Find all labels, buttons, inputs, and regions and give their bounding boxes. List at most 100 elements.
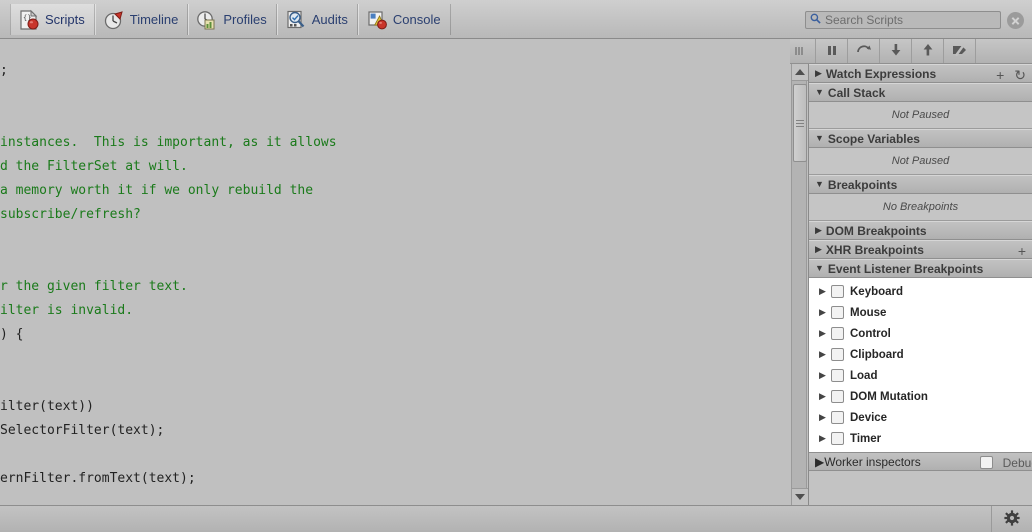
section-title: Worker inspectors — [824, 454, 921, 469]
scrollbar-grip-icon — [796, 118, 804, 129]
code-token: ; — [0, 63, 8, 78]
list-item-label: Control — [850, 327, 891, 340]
checkbox[interactable] — [831, 348, 844, 361]
panel-tab-label: Audits — [311, 12, 348, 27]
section-title: DOM Breakpoints — [825, 223, 927, 238]
chevron-down-icon: ▼ — [815, 263, 824, 273]
pause-button[interactable] — [816, 39, 848, 63]
step-out-button[interactable] — [912, 39, 944, 63]
scroll-down-arrow-icon[interactable] — [792, 488, 808, 505]
search-box[interactable] — [805, 11, 1001, 29]
section-header-watch-expressions[interactable]: ▶ Watch Expressions + ↻ — [809, 64, 1032, 83]
checkbox[interactable] — [831, 285, 844, 298]
code-token: ilter(text)) — [0, 399, 94, 414]
panel-tab-profiles[interactable]: Profiles — [188, 4, 277, 35]
section-header-scope-variables[interactable]: ▼ Scope Variables — [809, 129, 1032, 148]
list-item[interactable]: ▶ Clipboard — [809, 344, 1032, 365]
code-token: instances. This is important, as it allo… — [0, 135, 337, 150]
section-title: Call Stack — [827, 85, 886, 100]
list-item[interactable]: ▶ DOM Mutation — [809, 386, 1032, 407]
timeline-icon — [103, 9, 125, 31]
code-line: SelectorFilter(text); — [0, 419, 790, 443]
chevron-right-icon[interactable]: ▶ — [819, 329, 831, 338]
settings-button[interactable] — [991, 506, 1032, 532]
section-header-call-stack[interactable]: ▼ Call Stack — [809, 83, 1032, 102]
list-item[interactable]: ▶ Device — [809, 407, 1032, 428]
empty-message: No Breakpoints — [882, 201, 959, 213]
chevron-right-icon[interactable]: ▶ — [819, 392, 831, 401]
section-header-breakpoints[interactable]: ▼ Breakpoints — [809, 175, 1032, 194]
section-title: Scope Variables — [827, 131, 920, 146]
section-header-worker-inspectors[interactable]: ▶ Worker inspectors Debug — [809, 452, 1032, 471]
debugger-sidebar: ▶ Watch Expressions + ↻ ▼ Call Stack Not… — [808, 64, 1032, 505]
plus-icon[interactable]: + — [1018, 244, 1026, 258]
section-title: Breakpoints — [827, 177, 898, 192]
code-line: d the FilterSet at will. — [0, 155, 790, 179]
step-into-icon — [890, 43, 902, 60]
panel-tab-timeline[interactable]: Timeline — [94, 4, 189, 35]
code-line: r the given filter text. — [0, 275, 790, 299]
chevron-right-icon[interactable]: ▶ — [819, 413, 831, 422]
chevron-right-icon: ▶ — [815, 244, 822, 254]
code-token: subscribe/refresh? — [0, 207, 141, 222]
scrollbar-thumb[interactable] — [793, 84, 807, 162]
checkbox[interactable] — [831, 369, 844, 382]
checkbox[interactable] — [831, 306, 844, 319]
list-item-label: Clipboard — [850, 348, 904, 361]
refresh-icon[interactable]: ↻ — [1014, 68, 1026, 82]
panel-tab-label: Scripts — [45, 12, 85, 27]
chevron-right-icon[interactable]: ▶ — [819, 308, 831, 317]
chevron-right-icon[interactable]: ▶ — [819, 371, 831, 380]
code-line: ) { — [0, 323, 790, 347]
panel-tab-console[interactable]: Console — [357, 4, 451, 35]
plus-icon[interactable]: + — [996, 68, 1004, 82]
section-title: Watch Expressions — [825, 66, 937, 81]
search-input[interactable] — [825, 13, 993, 27]
breakpoint-off-icon — [951, 43, 969, 60]
chevron-right-icon[interactable]: ▶ — [819, 350, 831, 359]
toggle-breakpoints-button[interactable] — [944, 39, 976, 63]
code-editor[interactable]: ; instances. This is important, as it al… — [0, 59, 790, 505]
chevron-down-icon: ▼ — [815, 179, 824, 189]
list-item[interactable]: ▶ Timer — [809, 428, 1032, 449]
code-line: ; — [0, 59, 790, 83]
chevron-right-icon[interactable]: ▶ — [819, 287, 831, 296]
checkbox[interactable] — [831, 327, 844, 340]
panel-tab-scripts[interactable]: {} Scripts — [10, 4, 95, 35]
list-item[interactable]: ▶ Mouse — [809, 302, 1032, 323]
clear-search-icon[interactable] — [1007, 11, 1024, 29]
checkbox[interactable] — [831, 432, 844, 445]
chevron-down-icon: ▼ — [815, 133, 824, 143]
list-item-label: Device — [850, 411, 888, 424]
code-token: d the FilterSet at will. — [0, 159, 188, 174]
console-icon — [366, 9, 388, 31]
panel-tab-audits[interactable]: Audits — [276, 4, 358, 35]
section-header-dom-breakpoints[interactable]: ▶ DOM Breakpoints — [809, 221, 1032, 240]
checkbox[interactable] — [831, 411, 844, 424]
chevron-right-icon: ▶ — [815, 454, 825, 469]
list-item[interactable]: ▶ Load — [809, 365, 1032, 386]
list-item-label: Mouse — [850, 306, 887, 319]
source-vertical-scrollbar[interactable] — [791, 64, 808, 505]
section-header-xhr-breakpoints[interactable]: ▶ XHR Breakpoints + — [809, 240, 1032, 259]
chevron-down-icon: ▼ — [815, 87, 824, 97]
code-line: a memory worth it if we only rebuild the — [0, 179, 790, 203]
chevron-right-icon: ▶ — [815, 68, 822, 78]
section-header-event-listener-breakpoints[interactable]: ▼ Event Listener Breakpoints — [809, 259, 1032, 278]
list-item[interactable]: ▶ Control — [809, 323, 1032, 344]
debug-toolbar — [783, 39, 1032, 64]
gear-icon — [1004, 509, 1020, 529]
worker-debug-toggle[interactable]: Debug — [979, 453, 1032, 472]
checkbox[interactable] — [831, 390, 844, 403]
panel-tab-label: Console — [392, 12, 441, 27]
checkbox[interactable] — [979, 456, 993, 469]
step-into-button[interactable] — [880, 39, 912, 63]
chevron-right-icon[interactable]: ▶ — [819, 434, 831, 443]
list-item[interactable]: ▶ Keyboard — [809, 281, 1032, 302]
scroll-up-arrow-icon[interactable] — [792, 64, 808, 81]
step-over-button[interactable] — [848, 39, 880, 63]
